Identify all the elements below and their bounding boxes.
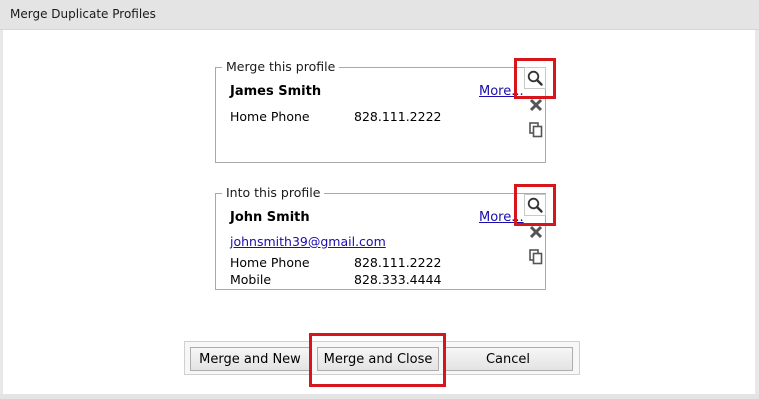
source-home-phone-value: 828.111.2222 bbox=[354, 109, 442, 124]
source-copy-icon[interactable] bbox=[525, 119, 547, 141]
target-email-link[interactable]: johnsmith39@gmail.com bbox=[230, 234, 386, 249]
target-profile-group: Into this profile John Smith More... joh… bbox=[215, 185, 546, 290]
source-more-link[interactable]: More... bbox=[479, 84, 524, 99]
target-more-link[interactable]: More... bbox=[479, 210, 524, 225]
source-home-phone-label: Home Phone bbox=[230, 109, 310, 124]
target-profile-legend: Into this profile bbox=[222, 185, 325, 200]
cancel-button[interactable]: Cancel bbox=[443, 347, 573, 371]
source-profile-name: James Smith bbox=[230, 84, 322, 99]
window-title: Merge Duplicate Profiles bbox=[10, 7, 156, 21]
target-search-icon[interactable] bbox=[524, 194, 546, 216]
target-profile-name: John Smith bbox=[230, 210, 310, 225]
source-profile-group: Merge this profile James Smith More... H… bbox=[215, 59, 546, 163]
merge-and-new-button[interactable]: Merge and New bbox=[190, 347, 310, 371]
source-search-icon[interactable] bbox=[524, 67, 546, 89]
source-close-icon[interactable] bbox=[525, 94, 547, 116]
target-home-phone-value: 828.111.2222 bbox=[354, 255, 442, 270]
source-profile-legend: Merge this profile bbox=[222, 59, 340, 74]
target-mobile-value: 828.333.4444 bbox=[354, 272, 442, 287]
dialog-bottom-edge bbox=[0, 394, 759, 399]
title-bar: Merge Duplicate Profiles bbox=[0, 0, 759, 30]
target-close-icon[interactable] bbox=[525, 221, 547, 243]
merge-and-close-button[interactable]: Merge and Close bbox=[317, 347, 439, 371]
target-mobile-label: Mobile bbox=[230, 272, 272, 287]
target-home-phone-label: Home Phone bbox=[230, 255, 310, 270]
target-copy-icon[interactable] bbox=[525, 246, 547, 268]
